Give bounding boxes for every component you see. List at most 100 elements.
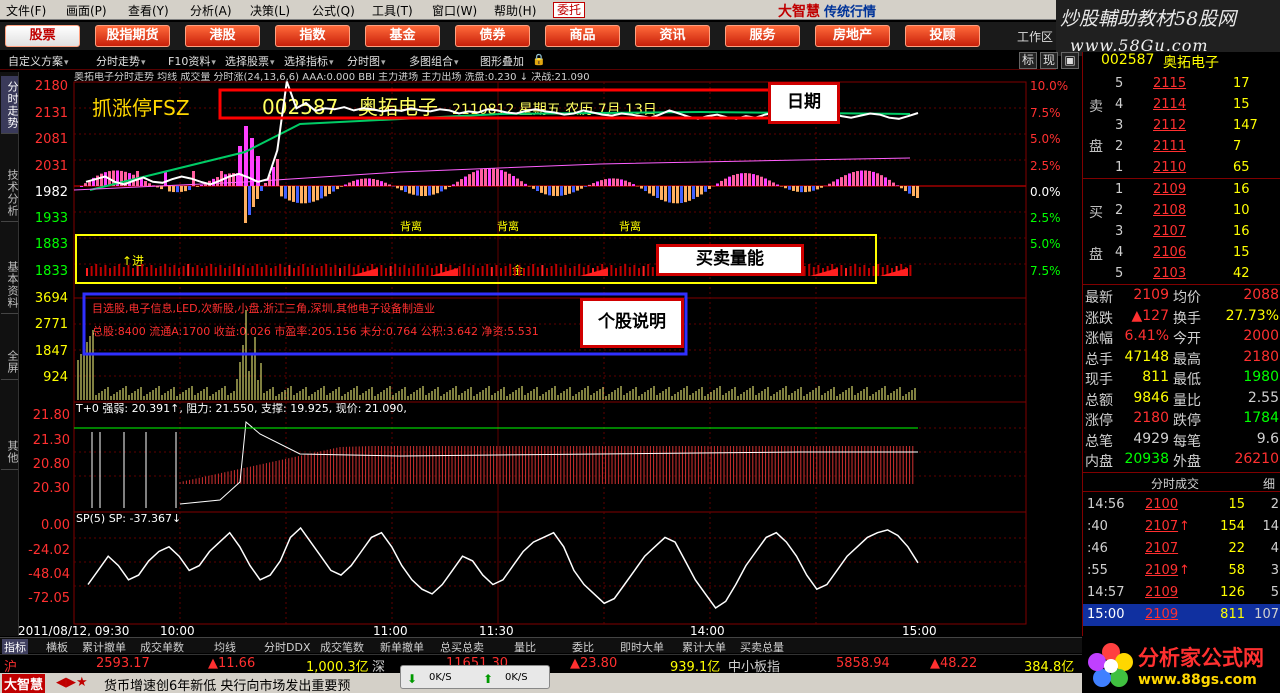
tick-row[interactable]: 14:56 2100 15 2: [1083, 494, 1280, 516]
ask-volume: 15: [1233, 97, 1250, 112]
tick-row[interactable]: :40 2107 ↑ 154 14: [1083, 516, 1280, 538]
menu-window[interactable]: 窗口(W): [432, 2, 477, 19]
momentum-bar: [188, 186, 191, 191]
menu-help[interactable]: 帮助(H): [494, 2, 536, 19]
indicator-tab[interactable]: 分时DDX: [264, 639, 310, 655]
power-bar: [854, 264, 857, 276]
pct-tick: 2.5%: [1030, 211, 1061, 225]
nav-tab-hk-stocks[interactable]: 港股: [185, 25, 260, 47]
indicator-tab[interactable]: 量比: [514, 639, 536, 655]
indicator-tab[interactable]: 指标: [2, 639, 28, 655]
momentum-bar: [364, 178, 367, 186]
stat-value: 9846: [1133, 389, 1169, 406]
ask-row[interactable]: 5 2115 17: [1083, 74, 1280, 95]
menu-analysis[interactable]: 分析(A): [190, 2, 232, 19]
lock-icon[interactable]: 🔒: [532, 53, 547, 66]
price-tick: 2081: [35, 132, 68, 147]
bid-row[interactable]: 4 2106 15: [1083, 243, 1280, 264]
nav-tab-funds[interactable]: 基金: [365, 25, 440, 47]
indicator-tab[interactable]: 新单撤单: [380, 639, 424, 655]
nav-tab-news[interactable]: 资讯: [635, 25, 710, 47]
bid-row[interactable]: 2 2108 10: [1083, 201, 1280, 222]
menu-decision[interactable]: 决策(L): [250, 2, 290, 19]
power-bar: [458, 266, 461, 276]
momentum-bar: [760, 176, 763, 186]
tick-time: :40: [1087, 519, 1108, 534]
intraday-chart-button[interactable]: 分时图: [347, 53, 386, 69]
power-bar: [615, 268, 617, 276]
news-ticker[interactable]: 货币增速创6年新低 央行向市场发出重要预: [104, 675, 350, 693]
momentum-bar: [440, 186, 443, 192]
bid-row[interactable]: 1 2109 16: [1083, 180, 1280, 201]
nav-tab-index[interactable]: 指数: [275, 25, 350, 47]
nav-arrows-icon[interactable]: ◀▶★: [56, 675, 88, 690]
indicator-tab[interactable]: 横板: [46, 639, 68, 655]
power-bar: [191, 267, 194, 276]
indicator-tab[interactable]: 均线: [214, 639, 236, 655]
power-bar: [265, 265, 268, 276]
nav-tab-services[interactable]: 服务: [725, 25, 800, 47]
nav-tab-advisor[interactable]: 投顾: [905, 25, 980, 47]
custom-scheme-button[interactable]: 自定义方案: [8, 53, 69, 69]
indicator-tab[interactable]: 即时大单: [620, 639, 664, 655]
power-bar: [339, 268, 341, 276]
menu-formula[interactable]: 公式(Q): [312, 2, 355, 19]
tick-row[interactable]: 15:00 2109 811 107: [1083, 604, 1280, 626]
overlay-button[interactable]: 图形叠加: [480, 53, 525, 69]
ask-row[interactable]: 3 2112 147: [1083, 116, 1280, 137]
indicator-tab[interactable]: 委比: [572, 639, 594, 655]
power-bar: [610, 265, 613, 276]
momentum-bar: [892, 182, 895, 186]
ask-row[interactable]: 2 2111 7: [1083, 137, 1280, 158]
indicator-tab[interactable]: 成交笔数: [320, 639, 364, 655]
menu-view-screen[interactable]: 画面(P): [66, 2, 107, 19]
momentum-bar: [624, 180, 627, 186]
indicator-tab[interactable]: 累计撤单: [82, 639, 126, 655]
trade-button[interactable]: 委托: [553, 2, 586, 18]
indicator-tab[interactable]: 成交单数: [140, 639, 184, 655]
intraday-chart[interactable]: 奥拓电子分时走势 均线 成交量 分时涨(24,13,6,6) AAA:0.000…: [0, 72, 1082, 636]
multi-chart-button[interactable]: 多图组合: [409, 53, 459, 69]
nav-tab-stocks[interactable]: 股票: [5, 25, 80, 47]
workspace-label[interactable]: 工作区: [1017, 28, 1053, 45]
f10-info-button[interactable]: F10资料: [168, 53, 216, 69]
momentum-bar: [376, 179, 379, 186]
stat-key: 涨跌: [1085, 310, 1113, 327]
select-stock-button[interactable]: 选择股票: [225, 53, 275, 69]
status-brand[interactable]: 大智慧: [2, 674, 46, 693]
select-indicator-button[interactable]: 选择指标: [284, 53, 334, 69]
power-bar: [500, 268, 502, 276]
indicator-tab[interactable]: 总买总卖: [440, 639, 484, 655]
menu-view[interactable]: 查看(Y): [128, 2, 169, 19]
tick-row[interactable]: :46 2107 22 4: [1083, 538, 1280, 560]
indicator-tab[interactable]: 累计大单: [682, 639, 726, 655]
momentum-bar: [164, 171, 167, 186]
bid-row[interactable]: 3 2107 16: [1083, 222, 1280, 243]
indicator-header: T+0 强弱: 20.391↑, 阻力: 21.550, 支撑: 19.925,…: [75, 401, 407, 415]
ask-row[interactable]: 4 2114 15: [1083, 95, 1280, 116]
tick-row[interactable]: 14:57 2109 126 5: [1083, 582, 1280, 604]
toggle-mark[interactable]: 标: [1019, 52, 1037, 69]
divergence-marker: 背离: [619, 219, 641, 233]
momentum-bar: [752, 174, 755, 186]
intraday-trend-button[interactable]: 分时走势: [96, 53, 146, 69]
momentum-bar: [460, 179, 463, 186]
indicator-tab[interactable]: 买卖总量: [740, 639, 784, 655]
power-bar: [274, 266, 277, 276]
tick-row[interactable]: :55 2109 ↑ 58 3: [1083, 560, 1280, 582]
nav-tab-real-estate[interactable]: 房地产: [815, 25, 890, 47]
price-tick: 1833: [35, 264, 68, 279]
menu-tools[interactable]: 工具(T): [372, 2, 413, 19]
momentum-bar: [428, 186, 431, 196]
tick-price: 2109: [1145, 563, 1179, 578]
nav-tab-commodities[interactable]: 商品: [545, 25, 620, 47]
ticks-detail-button[interactable]: 细: [1263, 475, 1275, 492]
momentum-bar: [812, 186, 815, 191]
momentum-bar: [868, 170, 871, 186]
toggle-now[interactable]: 现: [1040, 52, 1058, 69]
bid-row[interactable]: 5 2103 42: [1083, 264, 1280, 285]
menu-file[interactable]: 文件(F): [6, 2, 46, 19]
nav-tab-index-futures[interactable]: 股指期货: [95, 25, 170, 47]
nav-tab-bonds[interactable]: 债券: [455, 25, 530, 47]
ask-row[interactable]: 1 2110 65: [1083, 158, 1280, 179]
